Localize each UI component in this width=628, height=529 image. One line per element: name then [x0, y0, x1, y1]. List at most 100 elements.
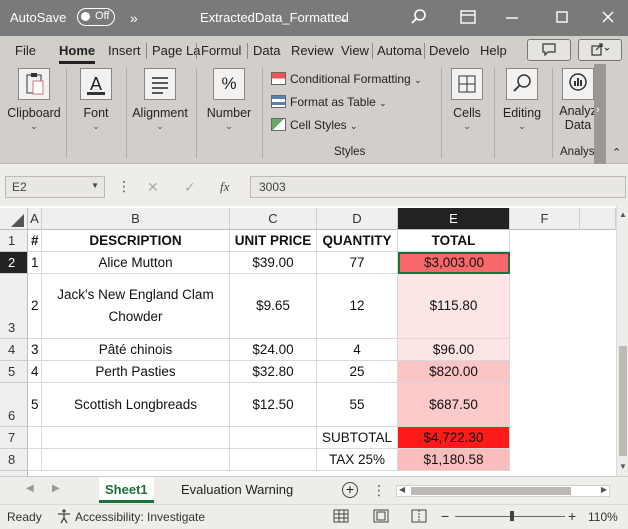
row-header-3[interactable]: 3: [0, 274, 28, 339]
cell-c7[interactable]: [230, 427, 317, 449]
cell-c1[interactable]: UNIT PRICE: [230, 230, 317, 252]
cell-c5[interactable]: $32.80: [230, 361, 317, 383]
formula-input[interactable]: 3003: [250, 176, 626, 198]
cell-e6[interactable]: $687.50: [398, 383, 510, 427]
cell-d3[interactable]: 12: [317, 274, 398, 339]
hscroll-left-icon[interactable]: ◀: [399, 485, 405, 494]
row-header-2[interactable]: 2: [0, 252, 28, 274]
cell-c6[interactable]: $12.50: [230, 383, 317, 427]
number-group[interactable]: % Number ⌄: [202, 68, 256, 132]
cell-a6[interactable]: 5: [28, 383, 42, 427]
column-header-b[interactable]: B: [42, 208, 230, 230]
scroll-up-icon[interactable]: ▲: [619, 210, 627, 219]
tab-home[interactable]: Home: [59, 43, 96, 64]
cells-group[interactable]: Cells ⌄: [447, 68, 487, 132]
cell-c2[interactable]: $39.00: [230, 252, 317, 274]
share-button[interactable]: [578, 39, 622, 61]
zoom-slider[interactable]: [455, 511, 565, 521]
comments-button[interactable]: [527, 39, 571, 61]
title-chevron-icon[interactable]: ⌄: [338, 10, 349, 26]
conditional-formatting-button[interactable]: Conditional Formatting ⌄: [271, 72, 422, 86]
analyze-data-button[interactable]: Analyz Data: [558, 68, 598, 132]
zoom-level[interactable]: 110%: [588, 510, 618, 524]
formula-bar-menu-icon[interactable]: ⋮: [117, 178, 131, 195]
row-header-7[interactable]: 7: [0, 427, 28, 449]
editing-group[interactable]: Editing ⌄: [500, 68, 544, 132]
column-header-e[interactable]: E: [398, 208, 510, 230]
column-header-a[interactable]: A: [28, 208, 42, 230]
tab-file[interactable]: File: [15, 43, 36, 58]
cell-a4[interactable]: 3: [28, 339, 42, 361]
sheet-tab-evaluation-warning[interactable]: Evaluation Warning: [175, 477, 299, 503]
name-box[interactable]: E2 ▼: [5, 176, 105, 198]
cell-d6[interactable]: 55: [317, 383, 398, 427]
cell-d5[interactable]: 25: [317, 361, 398, 383]
tab-help[interactable]: Help: [480, 43, 507, 58]
scroll-down-icon[interactable]: ▼: [619, 462, 627, 471]
cell-e5[interactable]: $820.00: [398, 361, 510, 383]
vertical-scrollbar[interactable]: ▲ ▼: [616, 206, 628, 476]
column-header-c[interactable]: C: [230, 208, 317, 230]
sheet-scroll-right-icon[interactable]: ▶: [52, 483, 60, 494]
alignment-group[interactable]: Alignment ⌄: [130, 68, 190, 132]
cancel-entry-icon[interactable]: ✕: [147, 179, 159, 196]
row-header-8[interactable]: 8: [0, 449, 28, 471]
cell-e4[interactable]: $96.00: [398, 339, 510, 361]
name-box-dropdown-icon[interactable]: ▼: [91, 181, 99, 190]
page-break-view-icon[interactable]: [411, 509, 427, 526]
cell-d2[interactable]: 77: [317, 252, 398, 274]
tab-view[interactable]: View: [341, 43, 369, 58]
cell-b6[interactable]: Scottish Longbreads: [42, 383, 230, 427]
cell-c4[interactable]: $24.00: [230, 339, 317, 361]
cell-d1[interactable]: QUANTITY: [317, 230, 398, 252]
cell-b8[interactable]: [42, 449, 230, 471]
tab-formulas[interactable]: Formul: [201, 43, 241, 58]
file-title[interactable]: ExtractedData_Formatted: [200, 10, 349, 25]
search-icon[interactable]: [409, 8, 429, 28]
maximize-icon[interactable]: [552, 8, 572, 28]
zoom-slider-thumb[interactable]: [510, 511, 514, 521]
cell-b5[interactable]: Perth Pasties: [42, 361, 230, 383]
sheet-tabs-menu-icon[interactable]: ⋮: [372, 482, 386, 499]
cell-d7-subtotal-label[interactable]: SUBTOTAL: [317, 427, 398, 449]
cell-b1[interactable]: DESCRIPTION: [42, 230, 230, 252]
cell-b3[interactable]: Jack's New England Clam Chowder: [42, 274, 230, 339]
ribbon-display-icon[interactable]: [458, 8, 478, 28]
clipboard-group[interactable]: Clipboard ⌄: [6, 68, 62, 132]
sheet-tab-sheet1[interactable]: Sheet1: [99, 477, 154, 503]
tab-page-layout[interactable]: Page La: [152, 43, 200, 58]
minimize-icon[interactable]: [502, 8, 522, 28]
column-header-g[interactable]: [580, 208, 616, 230]
cell-b4[interactable]: Pâté chinois: [42, 339, 230, 361]
cell-e3[interactable]: $115.80: [398, 274, 510, 339]
cell-d4[interactable]: 4: [317, 339, 398, 361]
row-header-6[interactable]: 6: [0, 383, 28, 427]
autosave-toggle[interactable]: Off: [77, 8, 115, 26]
column-header-f[interactable]: F: [510, 208, 580, 230]
tab-data[interactable]: Data: [253, 43, 280, 58]
cell-e1[interactable]: TOTAL: [398, 230, 510, 252]
cell-a2[interactable]: 1: [28, 252, 42, 274]
confirm-entry-icon[interactable]: ✓: [184, 179, 196, 196]
cell-styles-button[interactable]: Cell Styles ⌄: [271, 118, 358, 132]
horizontal-scrollbar[interactable]: ◀ ▶: [396, 485, 610, 497]
add-sheet-icon[interactable]: +: [342, 482, 358, 498]
cell-c8[interactable]: [230, 449, 317, 471]
row-header-5[interactable]: 5: [0, 361, 28, 383]
accessibility-status[interactable]: Accessibility: Investigate: [75, 510, 205, 524]
normal-view-icon[interactable]: [333, 509, 349, 526]
cell-c3[interactable]: $9.65: [230, 274, 317, 339]
cell-b7[interactable]: [42, 427, 230, 449]
tab-review[interactable]: Review: [291, 43, 334, 58]
cell-e2-selected[interactable]: $3,003.00: [398, 252, 510, 274]
cell-b2[interactable]: Alice Mutton: [42, 252, 230, 274]
tab-developer[interactable]: Develo: [429, 43, 469, 58]
cell-a7[interactable]: [28, 427, 42, 449]
vertical-scroll-thumb[interactable]: [619, 346, 627, 456]
row-header-1[interactable]: 1: [0, 230, 28, 252]
close-icon[interactable]: [598, 8, 618, 28]
zoom-in-icon[interactable]: +: [568, 508, 576, 524]
ribbon-scroll-right-button[interactable]: ›: [594, 64, 606, 164]
cell-a1[interactable]: #: [28, 230, 42, 252]
cell-a5[interactable]: 4: [28, 361, 42, 383]
